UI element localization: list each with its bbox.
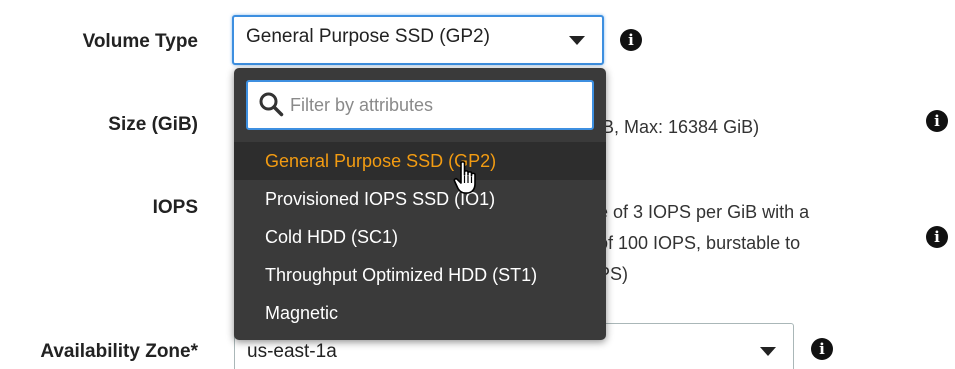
chevron-down-icon	[569, 36, 585, 45]
info-icon[interactable]: i	[620, 29, 642, 51]
availability-zone-label: Availability Zone*	[40, 341, 198, 362]
volume-type-label: Volume Type	[82, 31, 198, 52]
info-icon[interactable]: i	[926, 110, 948, 132]
iops-helper-line-2: of 100 IOPS, burstable to	[598, 233, 801, 253]
filter-box[interactable]	[246, 80, 594, 130]
volume-type-value: General Purpose SSD (GP2)	[246, 26, 490, 47]
option-list: General Purpose SSD (GP2) Provisioned IO…	[234, 142, 606, 332]
size-helper-text: iB, Max: 16384 GiB)	[598, 117, 760, 137]
ebs-volume-form: Volume Type General Purpose SSD (GP2) i …	[0, 0, 955, 369]
option-io1[interactable]: Provisioned IOPS SSD (IO1)	[234, 180, 606, 218]
option-sc1[interactable]: Cold HDD (SC1)	[234, 218, 606, 256]
size-label: Size (GiB)	[108, 114, 198, 135]
chevron-down-icon	[760, 347, 776, 356]
option-gp2[interactable]: General Purpose SSD (GP2)	[234, 142, 606, 180]
iops-label: IOPS	[152, 197, 198, 218]
volume-type-dropdown: General Purpose SSD (GP2) Provisioned IO…	[234, 68, 606, 340]
option-magnetic[interactable]: Magnetic	[234, 294, 606, 332]
option-st1[interactable]: Throughput Optimized HDD (ST1)	[234, 256, 606, 294]
filter-input[interactable]	[290, 92, 580, 118]
search-icon	[259, 92, 284, 117]
info-icon[interactable]: i	[811, 338, 833, 360]
iops-helper-line-1: e of 3 IOPS per GiB with a	[598, 202, 810, 222]
info-icon[interactable]: i	[926, 226, 948, 248]
availability-zone-value: us-east-1a	[247, 341, 337, 362]
volume-type-select[interactable]: General Purpose SSD (GP2)	[232, 15, 604, 65]
hand-pointer-icon	[453, 161, 476, 194]
